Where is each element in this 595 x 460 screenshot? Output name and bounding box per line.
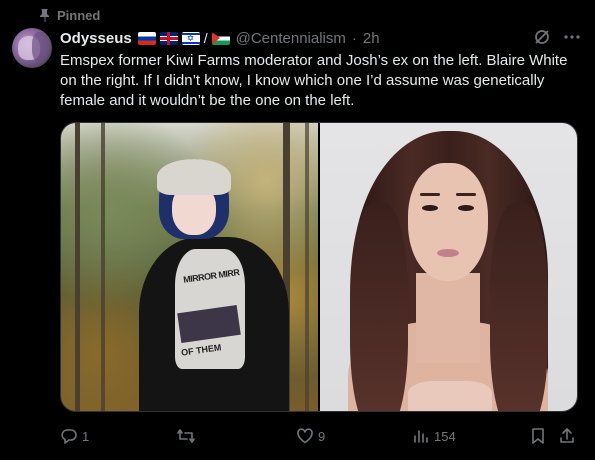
flag-separator: / (203, 30, 208, 46)
pinned-text: Pinned (57, 7, 101, 23)
flag-palestine-icon (211, 31, 230, 45)
photo-left[interactable]: MIRROR MIRR OF THEM (61, 123, 318, 411)
post-time[interactable]: 2h (363, 30, 380, 47)
repost-icon (177, 429, 195, 443)
reply-button[interactable]: 1 (60, 426, 89, 446)
action-bar: 1 9 154 (60, 426, 580, 446)
views-count: 154 (434, 428, 456, 444)
pin-icon (40, 9, 49, 22)
repost-button[interactable] (176, 426, 200, 446)
flag-uk-icon (159, 31, 178, 45)
media-grid: MIRROR MIRR OF THEM (60, 122, 578, 412)
flag-russia-icon (137, 31, 156, 45)
views-chart-icon (414, 430, 428, 443)
like-button[interactable]: 9 (296, 426, 325, 446)
top-actions (533, 28, 581, 46)
more-options-icon[interactable] (563, 28, 581, 46)
heart-icon (297, 428, 313, 444)
pinned-label-row: Pinned (38, 7, 100, 23)
share-icon (560, 428, 574, 443)
author-name[interactable]: Odysseus (60, 30, 132, 47)
reply-icon (61, 429, 77, 444)
views-button[interactable]: 154 (412, 426, 456, 446)
author-handle[interactable]: @Centennialism (236, 30, 346, 47)
share-button[interactable] (558, 426, 576, 446)
tweet-header: Odysseus / @Centennialism · 2h (60, 28, 380, 48)
photo-right[interactable] (320, 123, 577, 411)
reply-count: 1 (82, 428, 90, 444)
bookmark-button[interactable] (530, 426, 546, 446)
flag-emojis: / (137, 30, 230, 46)
like-count: 9 (318, 428, 326, 444)
dot-separator: · (351, 29, 357, 47)
tweet-text: Emspex former Kiwi Farms moderator and J… (60, 52, 568, 109)
bookmark-icon (532, 428, 544, 444)
avatar[interactable] (12, 28, 52, 68)
flag-israel-icon (181, 31, 200, 45)
grok-icon[interactable] (533, 28, 551, 46)
